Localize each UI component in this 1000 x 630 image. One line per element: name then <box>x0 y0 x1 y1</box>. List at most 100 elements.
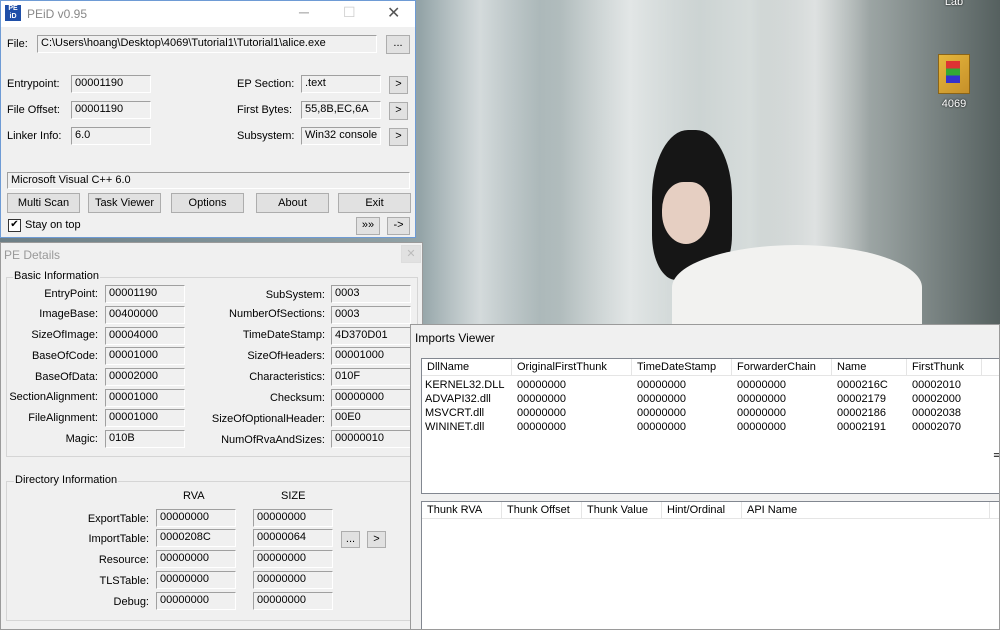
close-button[interactable]: ✕ <box>387 3 400 23</box>
characteristics-label: Characteristics: <box>249 371 325 383</box>
tlstable-rva-field[interactable]: 00000000 <box>156 571 236 589</box>
linker-label: Linker Info: <box>7 130 62 142</box>
table-cell: 00000000 <box>517 407 566 419</box>
column-thunk-offset[interactable]: Thunk Offset <box>502 502 582 518</box>
exporttable-size-field[interactable]: 00000000 <box>253 509 333 527</box>
numberofsections-field[interactable]: 0003 <box>331 306 411 324</box>
firstbytes-field[interactable]: 55,8B,EC,6A <box>301 101 381 119</box>
browse-button[interactable]: ... <box>386 35 410 54</box>
entrypoint-field[interactable]: 00001190 <box>105 285 185 303</box>
subsystem-button[interactable]: > <box>389 128 408 146</box>
column-originalfirstthunk[interactable]: OriginalFirstThunk <box>512 359 632 375</box>
task-viewer-button[interactable]: Task Viewer <box>88 193 161 213</box>
import-viewer-button[interactable]: > <box>367 531 386 548</box>
table-row[interactable]: WININET.dll 00000000 00000000 00000000 00002… <box>422 420 999 434</box>
go-button[interactable]: -> <box>387 217 410 235</box>
group-title: Basic Information <box>13 270 100 282</box>
subsystem-field[interactable]: 0003 <box>331 285 411 303</box>
timedatestamp-field[interactable]: 4D370D01 <box>331 327 411 345</box>
column-timedatestamp[interactable]: TimeDateStamp <box>632 359 732 375</box>
numberofsections-label: NumberOfSections: <box>229 308 325 320</box>
dll-list[interactable]: DllName OriginalFirstThunk TimeDateStamp… <box>421 358 999 494</box>
close-button[interactable]: ✕ <box>401 245 421 263</box>
numofrvaandsizes-label: NumOfRvaAndSizes: <box>221 434 325 446</box>
importtable-size-field[interactable]: 00000064 <box>253 529 333 547</box>
baseofdata-field[interactable]: 00002000 <box>105 368 185 386</box>
importtable-rva-field[interactable]: 0000208C <box>156 529 236 547</box>
column-thunk-value[interactable]: Thunk Value <box>582 502 662 518</box>
exit-button[interactable]: Exit <box>338 193 411 213</box>
resource-size-field[interactable]: 00000000 <box>253 550 333 568</box>
fileoffset-field[interactable]: 00001190 <box>71 101 151 119</box>
subsystem-field[interactable]: Win32 console <box>301 127 381 145</box>
entrypoint-field[interactable]: 00001190 <box>71 75 151 93</box>
resource-rva-field[interactable]: 00000000 <box>156 550 236 568</box>
epsection-label: EP Section: <box>237 78 295 90</box>
column-hint-ordinal[interactable]: Hint/Ordinal <box>662 502 742 518</box>
exporttable-rva-field[interactable]: 00000000 <box>156 509 236 527</box>
linker-field[interactable]: 6.0 <box>71 127 151 145</box>
baseofcode-label: BaseOfCode: <box>31 350 98 362</box>
magic-field[interactable]: 010B <box>105 430 185 448</box>
person-shirt <box>672 245 922 330</box>
tlstable-size-field[interactable]: 00000000 <box>253 571 333 589</box>
table-cell: 00002179 <box>837 393 886 405</box>
minimize-button[interactable]: ─ <box>299 4 309 20</box>
debug-size-field[interactable]: 00000000 <box>253 592 333 610</box>
options-button[interactable]: Options <box>171 193 244 213</box>
dll-list-header: DllName OriginalFirstThunk TimeDateStamp… <box>422 359 999 376</box>
epsection-button[interactable]: > <box>389 76 408 94</box>
resource-label: Resource: <box>98 554 149 566</box>
debug-label: Debug: <box>113 596 149 608</box>
baseofcode-field[interactable]: 00001000 <box>105 347 185 365</box>
column-dllname[interactable]: DllName <box>422 359 512 375</box>
table-row[interactable]: ADVAPI32.dll 00000000 00000000 00000000 0000… <box>422 392 999 406</box>
column-firstthunk[interactable]: FirstThunk <box>907 359 982 375</box>
table-cell: 00002010 <box>912 379 961 391</box>
characteristics-field[interactable]: 010F <box>331 368 411 386</box>
column-name[interactable]: Name <box>832 359 907 375</box>
table-cell: 00000000 <box>737 393 786 405</box>
file-path-field[interactable]: C:\Users\hoang\Desktop\4069\Tutorial1\Tu… <box>37 35 377 53</box>
column-thunk-rva[interactable]: Thunk RVA <box>422 502 502 518</box>
filealignment-label: FileAlignment: <box>28 412 98 424</box>
mouse-cursor-icon: ⇒ <box>993 445 999 465</box>
desktop-icon-4069[interactable]: 4069 <box>924 54 984 110</box>
maximize-button[interactable]: ☐ <box>343 4 356 21</box>
column-api-name[interactable]: API Name <box>742 502 990 518</box>
thunk-list-header: Thunk RVA Thunk Offset Thunk Value Hint/… <box>422 502 999 519</box>
epsection-field[interactable]: .text <box>301 75 381 93</box>
firstbytes-label: First Bytes: <box>237 104 293 116</box>
filealignment-field[interactable]: 00001000 <box>105 409 185 427</box>
multi-scan-button[interactable]: Multi Scan <box>7 193 80 213</box>
file-label: File: <box>7 38 28 50</box>
numofrvaandsizes-field[interactable]: 00000010 <box>331 430 411 448</box>
desktop-icon-label: Lab <box>944 0 964 8</box>
magic-label: Magic: <box>65 433 98 445</box>
column-forwarderchain[interactable]: ForwarderChain <box>732 359 832 375</box>
more-button[interactable]: »» <box>356 217 380 235</box>
imagebase-field[interactable]: 00400000 <box>105 306 185 324</box>
import-details-button[interactable]: ... <box>341 531 360 548</box>
table-row[interactable]: MSVCRT.dll 00000000 00000000 00000000 000021… <box>422 406 999 420</box>
sizeofoptionalheader-field[interactable]: 00E0 <box>331 409 411 427</box>
stay-on-top-checkbox[interactable]: ✔ <box>8 219 21 232</box>
detection-result-field[interactable]: Microsoft Visual C++ 6.0 <box>7 172 410 189</box>
about-button[interactable]: About <box>256 193 329 213</box>
checksum-field[interactable]: 00000000 <box>331 389 411 407</box>
close-icon: ✕ <box>387 5 401 22</box>
debug-rva-field[interactable]: 00000000 <box>156 592 236 610</box>
table-cell: 00000000 <box>637 421 686 433</box>
sectionalignment-field[interactable]: 00001000 <box>105 389 185 407</box>
sizeofheaders-field[interactable]: 00001000 <box>331 347 411 365</box>
imports-viewer-window: Imports Viewer DllName OriginalFirstThun… <box>410 324 1000 630</box>
pe-details-window: PE Details ✕ Basic Information EntryPoin… <box>0 242 423 630</box>
desktop-icon-lab[interactable]: Lab <box>924 0 984 8</box>
sizeofimage-field[interactable]: 00004000 <box>105 327 185 345</box>
table-cell: 00000000 <box>517 379 566 391</box>
table-cell: 00000000 <box>637 393 686 405</box>
table-row[interactable]: KERNEL32.DLL 00000000 00000000 00000000 0000… <box>422 378 999 392</box>
firstbytes-button[interactable]: > <box>389 102 408 120</box>
table-cell: 00002186 <box>837 407 886 419</box>
thunk-list[interactable]: Thunk RVA Thunk Offset Thunk Value Hint/… <box>421 501 999 629</box>
